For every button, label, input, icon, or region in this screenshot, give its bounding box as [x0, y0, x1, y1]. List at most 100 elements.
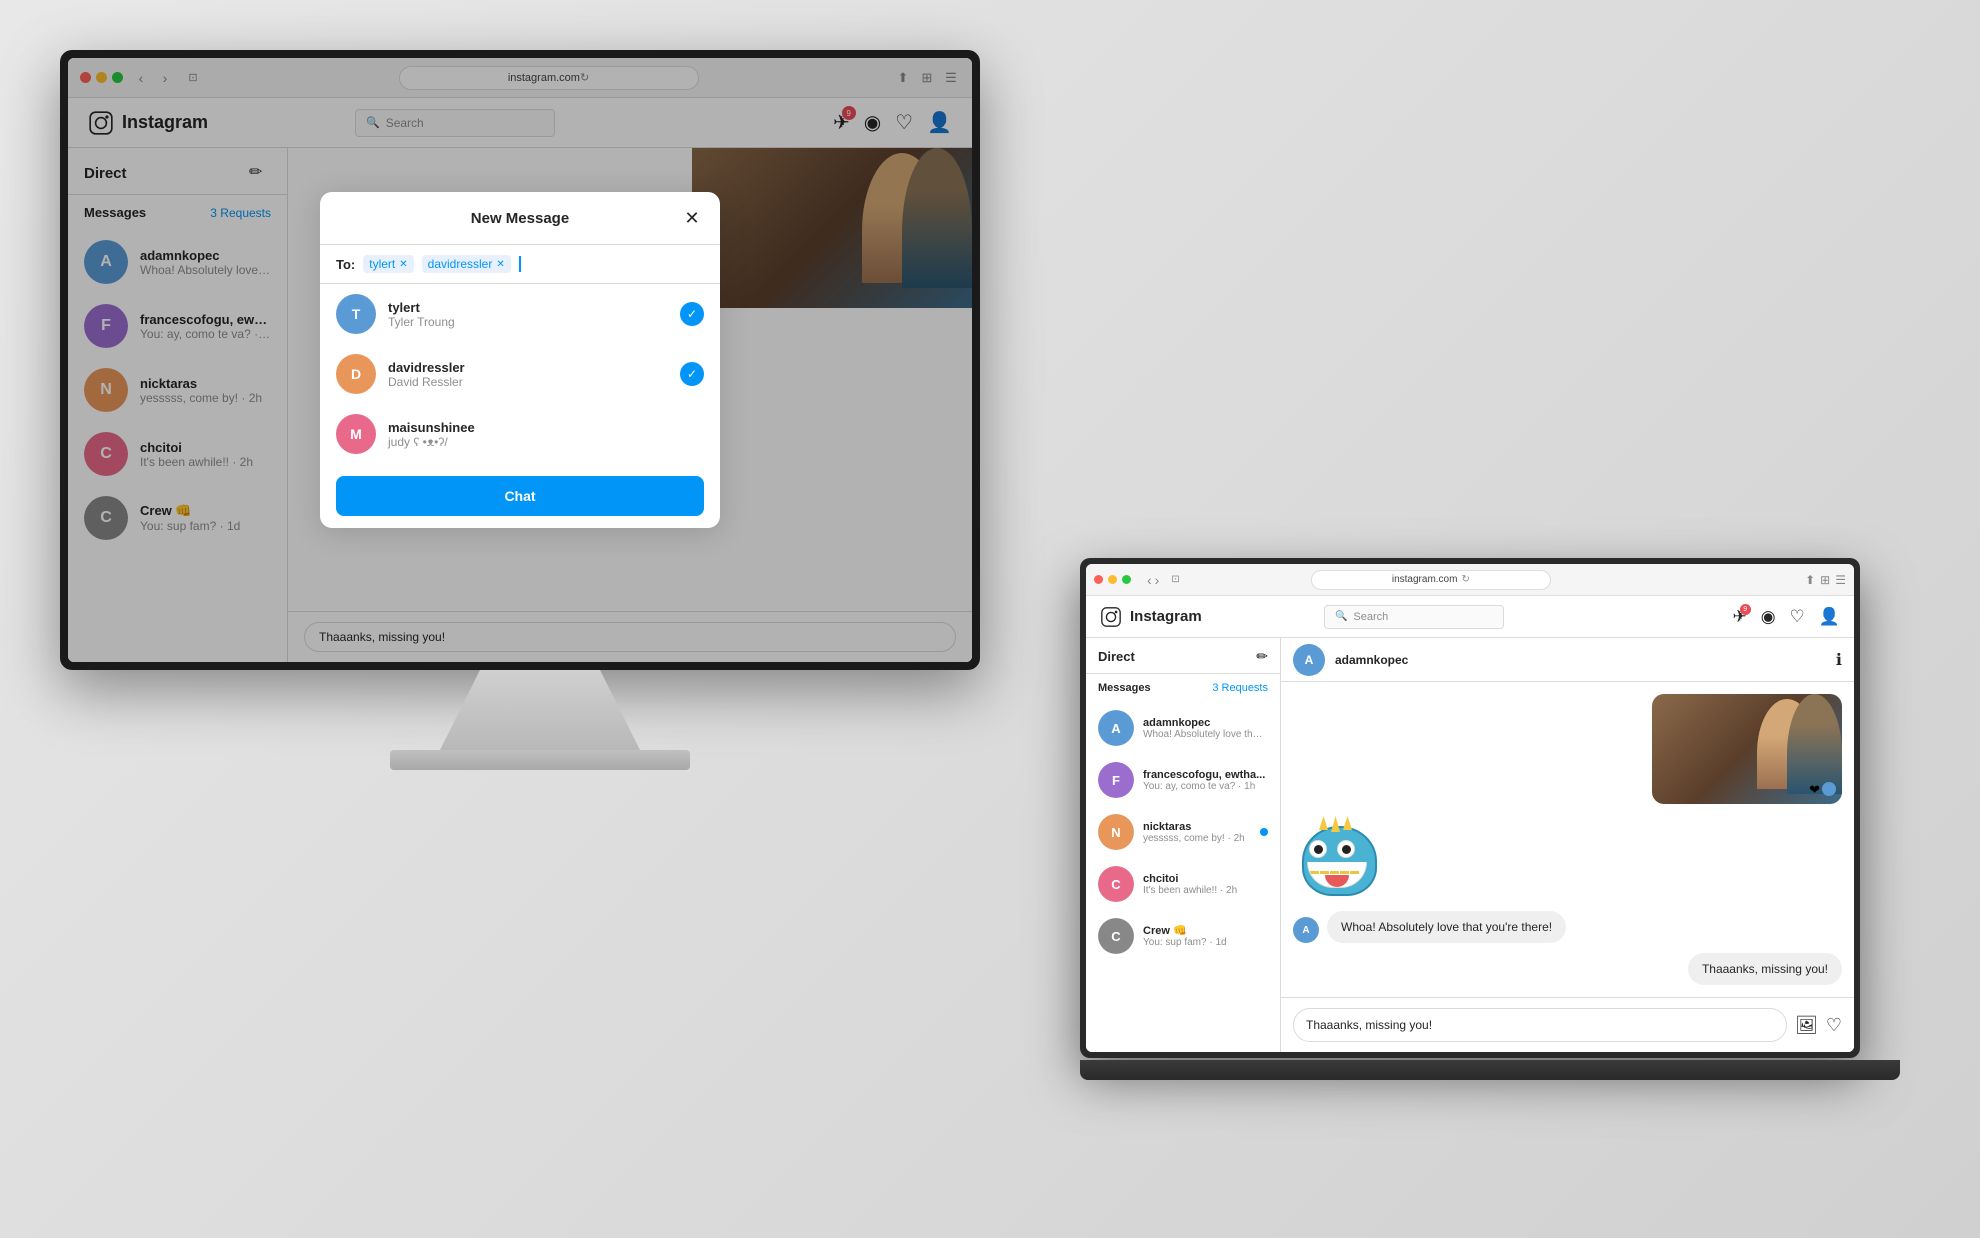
chat-header-avatar: A	[1293, 644, 1325, 676]
result-fullname: judy ʕ •ᴥ•ʔ/	[388, 435, 704, 449]
modal-result-item[interactable]: T tylert Tyler Troung ✓	[320, 284, 720, 344]
laptop-conversation-item[interactable]: C Crew 👊 You: sup fam? · 1d	[1086, 910, 1280, 962]
monster-eye-left	[1309, 840, 1327, 858]
laptop-dm-header: Direct ✏	[1086, 638, 1280, 674]
modal-close-button[interactable]: ✕	[680, 206, 704, 230]
laptop-conv-info: Crew 👊 You: sup fam? · 1d	[1143, 924, 1268, 948]
chat-info-icon[interactable]: ℹ	[1836, 650, 1842, 670]
laptop-back-btn[interactable]: ‹	[1147, 572, 1152, 588]
laptop-avatar-adamnkopec: A	[1098, 710, 1134, 746]
close-button[interactable]	[1094, 575, 1103, 584]
laptop-explore-icon[interactable]: ◉	[1761, 607, 1776, 627]
laptop-avatar-chcitoi: C	[1098, 866, 1134, 902]
laptop-conv-info: nicktaras yesssss, come by! · 2h	[1143, 821, 1251, 844]
laptop-avatar-francescofogu: F	[1098, 762, 1134, 798]
sent-message: Thaaanks, missing you!	[1688, 953, 1842, 985]
laptop-avatar-nicktaras: N	[1098, 814, 1134, 850]
laptop-conv-name: Crew 👊	[1143, 924, 1268, 937]
laptop-square-btn[interactable]: ⊡	[1171, 574, 1179, 585]
modal-title: New Message	[360, 210, 680, 227]
laptop-conv-preview: It's been awhile!! · 2h	[1143, 885, 1268, 896]
crown-spike-right	[1343, 816, 1352, 830]
laptop-messages-header: Messages 3 Requests	[1086, 674, 1280, 702]
laptop-screen: ‹ › ⊡ instagram.com ↻ ⬆ ⊞ ☰	[1080, 558, 1860, 1058]
laptop-share-icon[interactable]: ⬆	[1805, 573, 1815, 587]
minimize-button[interactable]	[1108, 575, 1117, 584]
laptop-avatar-crew: C	[1098, 918, 1134, 954]
laptop-refresh-icon[interactable]: ↻	[1461, 574, 1469, 585]
laptop-photo-icon[interactable]: 🖼	[1795, 1015, 1818, 1036]
laptop-heart-icon[interactable]: ♡	[1826, 1015, 1842, 1036]
laptop-browser-toolbar: ‹ › ⊡ instagram.com ↻ ⬆ ⊞ ☰	[1086, 564, 1854, 596]
received-message: A Whoa! Absolutely love that you're ther…	[1293, 911, 1566, 943]
laptop-ig-logo: Instagram	[1100, 606, 1202, 628]
result-fullname: Tyler Troung	[388, 315, 668, 329]
chat-user-info: A adamnkopec	[1293, 644, 1408, 676]
unread-dot	[1260, 828, 1268, 836]
laptop-chat-area: A adamnkopec ℹ	[1281, 638, 1854, 1052]
laptop-avatar-inner: A	[1098, 710, 1134, 746]
laptop-device: ‹ › ⊡ instagram.com ↻ ⬆ ⊞ ☰	[1080, 558, 1900, 1138]
laptop-conversation-item[interactable]: C chcitoi It's been awhile!! · 2h	[1086, 858, 1280, 910]
laptop-conversation-item[interactable]: A adamnkopec Whoa! Absolutely love that …	[1086, 702, 1280, 754]
laptop-dm-sidebar: Direct ✏ Messages 3 Requests A	[1086, 638, 1281, 1052]
imac-stand	[440, 670, 640, 750]
modal-result-item[interactable]: M maisunshinee judy ʕ •ᴥ•ʔ/	[320, 404, 720, 464]
crown-spike	[1319, 816, 1328, 830]
laptop-url-bar[interactable]: instagram.com ↻	[1311, 570, 1551, 590]
laptop-chat-header: A adamnkopec ℹ	[1281, 638, 1854, 682]
imac-base	[390, 750, 690, 770]
laptop-conv-preview: Whoa! Absolutely love that y... · now	[1143, 729, 1268, 740]
laptop-avatar-inner: C	[1098, 918, 1134, 954]
instagram-app-laptop: Instagram 🔍 Search ✈ 9 ◉	[1086, 596, 1854, 1052]
laptop-sidebar-icon[interactable]: ☰	[1835, 573, 1846, 587]
selected-check: ✓	[680, 302, 704, 326]
laptop-requests-button[interactable]: 3 Requests	[1212, 682, 1268, 694]
modal-tag-davidressler[interactable]: davidressler ✕	[422, 255, 511, 273]
modal-overlay[interactable]: New Message ✕ To: tylert ✕ davidressler …	[68, 58, 972, 662]
laptop-addtab-icon[interactable]: ⊞	[1820, 573, 1830, 587]
chat-photo-message: ❤	[1652, 694, 1842, 804]
laptop-activity-icon[interactable]: ♡	[1790, 607, 1805, 627]
modal-result-item[interactable]: D davidressler David Ressler ✓	[320, 344, 720, 404]
laptop-chat-input[interactable]: Thaaanks, missing you!	[1293, 1008, 1787, 1042]
laptop-direct-icon[interactable]: ✈ 9	[1732, 607, 1746, 627]
tooth	[1350, 864, 1359, 874]
imac-device: ‹ › ⊡ instagram.com ↻ ⬆ ⊞ ☰	[60, 50, 1020, 830]
laptop-conv-name: francescofogu, ewtha...	[1143, 769, 1268, 781]
heart-count	[1822, 782, 1836, 796]
laptop-conversation-item[interactable]: N nicktaras yesssss, come by! · 2h	[1086, 806, 1280, 858]
laptop-conversation-list: A adamnkopec Whoa! Absolutely love that …	[1086, 702, 1280, 1052]
tag-remove-icon[interactable]: ✕	[399, 259, 407, 270]
laptop-conv-name: adamnkopec	[1143, 717, 1268, 729]
laptop-dm-layout: Direct ✏ Messages 3 Requests A	[1086, 638, 1854, 1052]
crown-spike-center	[1331, 816, 1340, 832]
laptop-profile-icon[interactable]: 👤	[1819, 607, 1840, 627]
monster-tongue	[1325, 875, 1349, 887]
tag-label: davidressler	[428, 257, 493, 271]
laptop-compose-icon[interactable]: ✏	[1256, 648, 1268, 665]
laptop-direct-badge: 9	[1740, 604, 1751, 615]
laptop-conv-name: nicktaras	[1143, 821, 1251, 833]
tag-remove-icon[interactable]: ✕	[496, 259, 504, 270]
monster-teeth	[1308, 862, 1366, 874]
laptop-avatar-inner: F	[1098, 762, 1134, 798]
fullscreen-button[interactable]	[1122, 575, 1131, 584]
laptop-conversation-item[interactable]: F francescofogu, ewtha... You: ay, como …	[1086, 754, 1280, 806]
laptop-forward-btn[interactable]: ›	[1155, 572, 1160, 588]
laptop-chat-input-area: Thaaanks, missing you! 🖼 ♡	[1281, 997, 1854, 1052]
laptop-dm-title: Direct	[1098, 649, 1135, 664]
laptop-instagram-icon	[1100, 606, 1122, 628]
monster-crown	[1319, 816, 1352, 832]
laptop-ig-search-input[interactable]: 🔍 Search	[1324, 605, 1504, 629]
monster-pupil-right	[1342, 845, 1351, 854]
modal-header: New Message ✕	[320, 192, 720, 245]
laptop-chat-messages: ❤	[1281, 682, 1854, 997]
modal-tag-tylert[interactable]: tylert ✕	[363, 255, 413, 273]
result-username: tylert	[388, 300, 668, 315]
chat-username: adamnkopec	[1335, 653, 1408, 667]
chat-button[interactable]: Chat	[336, 476, 704, 516]
laptop-display: ‹ › ⊡ instagram.com ↻ ⬆ ⊞ ☰	[1086, 564, 1854, 1052]
result-info: maisunshinee judy ʕ •ᴥ•ʔ/	[388, 420, 704, 449]
laptop-conv-preview: You: sup fam? · 1d	[1143, 937, 1268, 948]
